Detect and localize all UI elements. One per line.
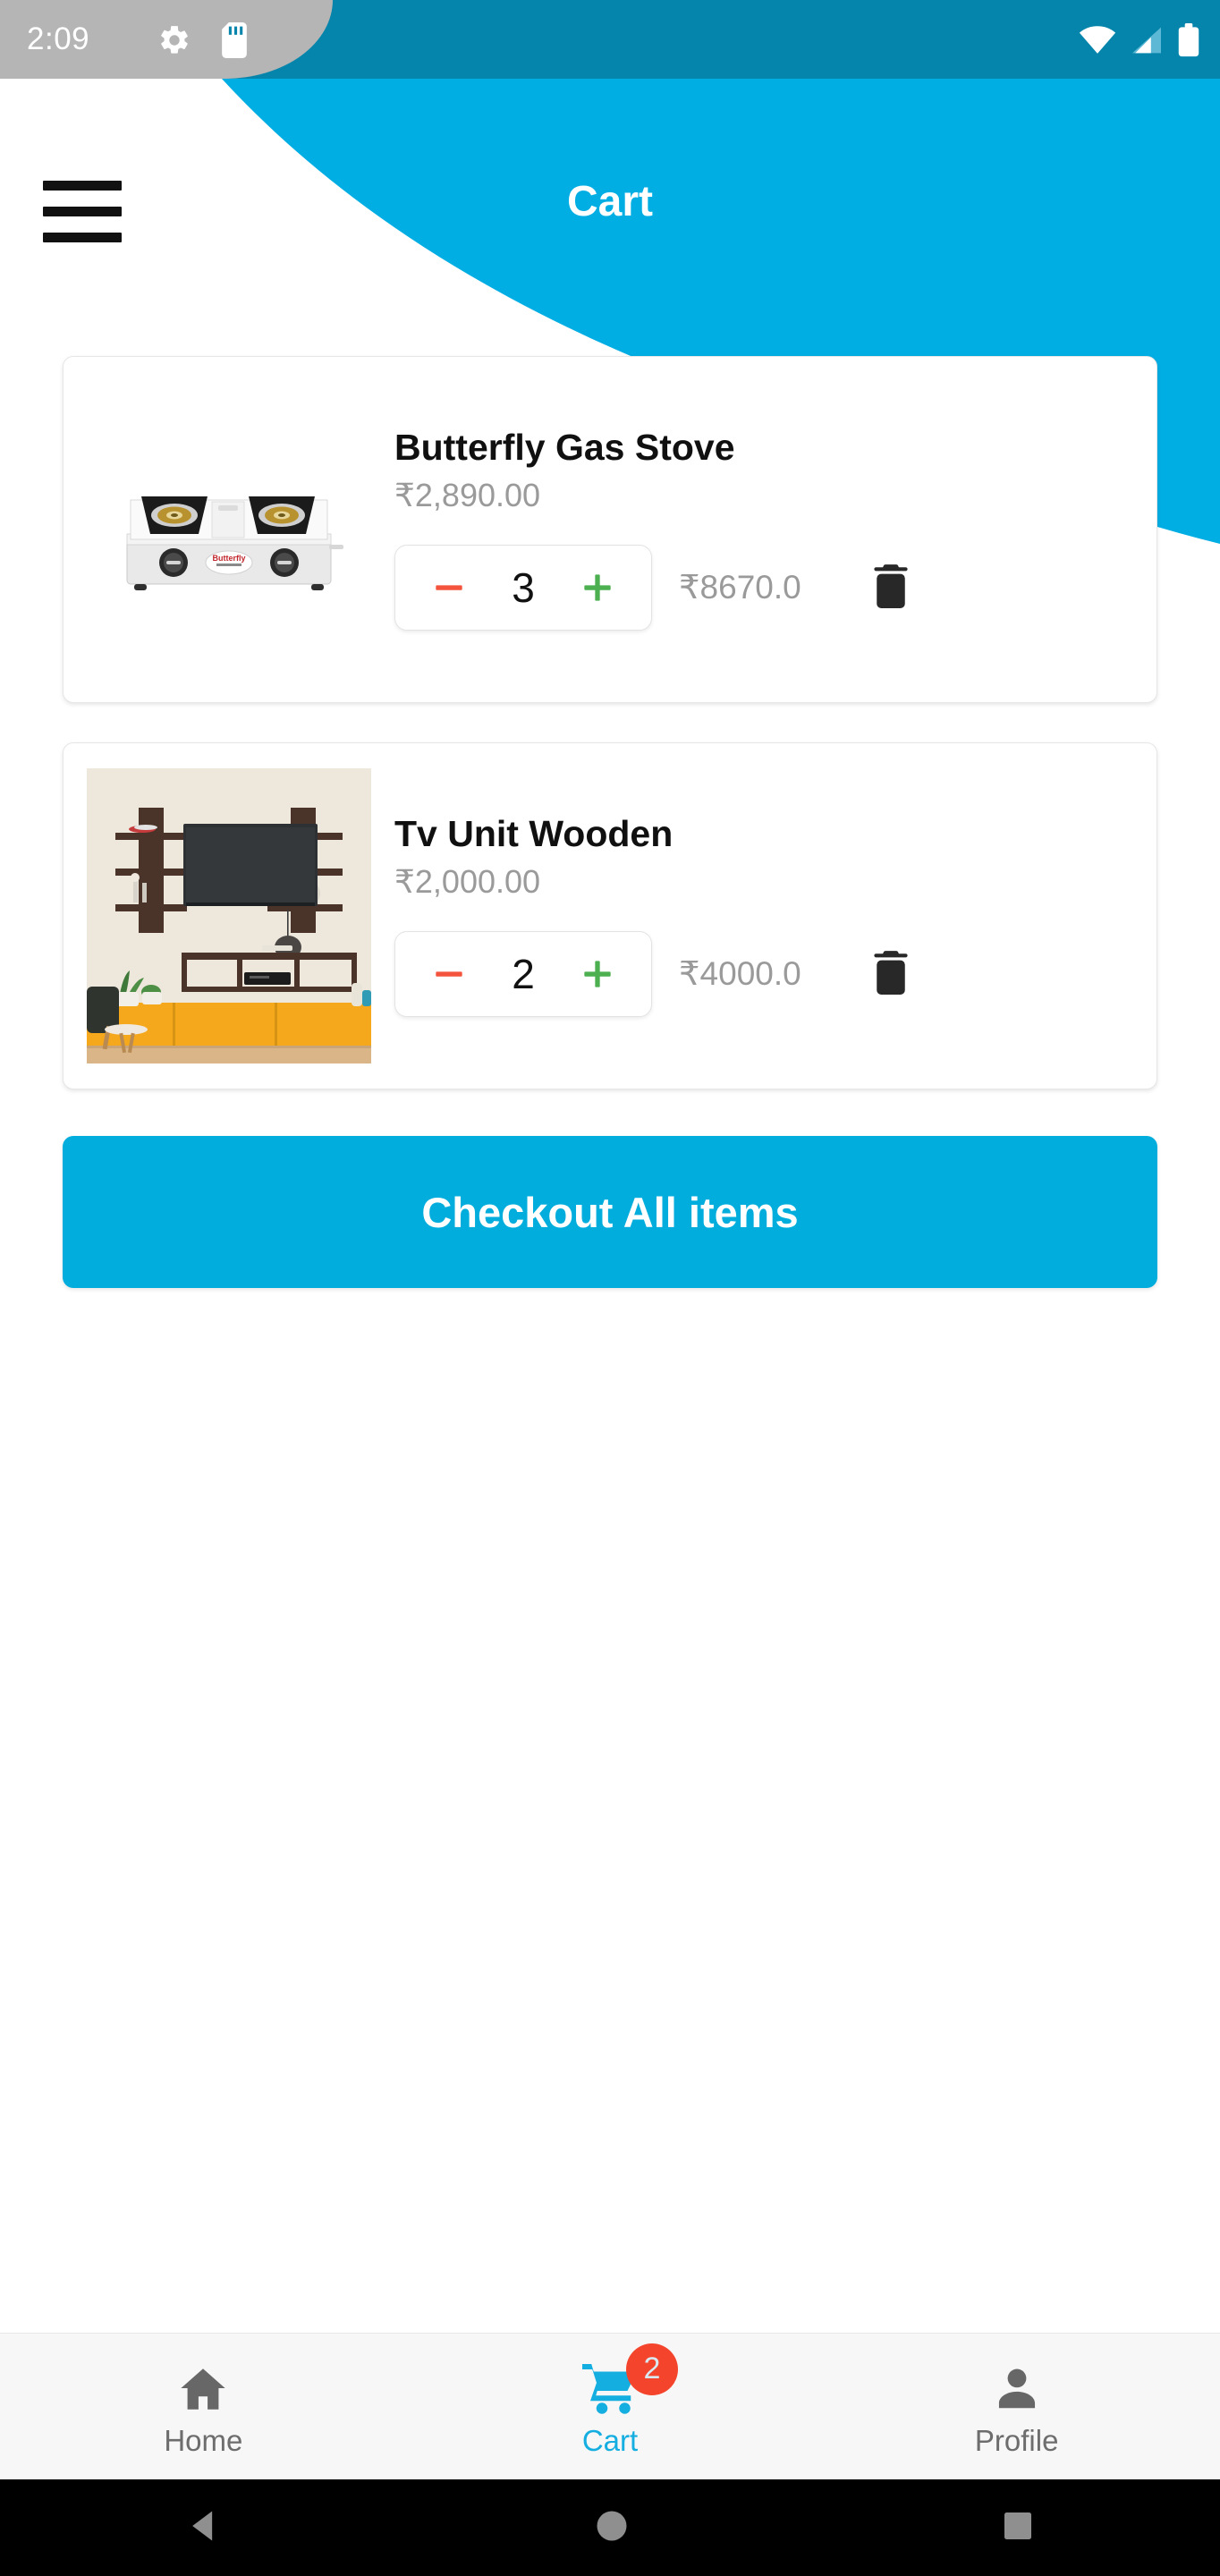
quantity-value: 2 [512,950,535,997]
nav-item-home[interactable]: Home [0,2334,407,2479]
cart-icon: 2 [580,2343,678,2415]
wifi-icon [1079,26,1116,59]
product-name: Tv Unit Wooden [394,813,674,855]
gas-stove-photo: Butterfly [64,357,394,702]
status-bar-clock: 2:09 [27,21,90,56]
cart-item-card[interactable]: Butterfly Butterfly Gas Stove ₹2,890.00 [63,356,1157,703]
cart-item-info: Tv Unit Wooden ₹2,000.00 2 ₹4000.0 [394,813,1156,1017]
status-bar: 2:09 [0,0,1220,79]
checkout-all-items-button[interactable]: Checkout All items [63,1136,1157,1288]
person-icon [991,2356,1043,2415]
battery-icon [1177,23,1200,62]
quantity-value: 3 [512,564,535,611]
quantity-row: 2 ₹4000.0 [394,930,1137,1017]
quantity-stepper[interactable]: 3 [394,544,652,631]
android-navigation-bar [0,2479,1220,2576]
app-screen: 2:09 Cart Butterfly Butterfly Gas Stove … [0,0,1220,2576]
trash-icon[interactable] [868,562,913,614]
product-name: Butterfly Gas Stove [394,427,735,469]
trash-icon[interactable] [868,948,913,1000]
cart-badge: 2 [626,2343,678,2395]
tv-unit-photo [64,743,394,1089]
cart-item-card[interactable]: Tv Unit Wooden ₹2,000.00 2 ₹4000.0 [63,742,1157,1089]
product-unit-price: ₹2,890.00 [394,476,541,513]
cellular-signal-icon [1129,26,1165,59]
cart-content: Butterfly Butterfly Gas Stove ₹2,890.00 [0,79,1220,2386]
nav-label-home: Home [164,2423,243,2457]
cart-item-info: Butterfly Gas Stove ₹2,890.00 3 ₹8670.0 [394,427,1156,631]
gear-icon [157,23,191,62]
quantity-row: 3 ₹8670.0 [394,544,1137,631]
home-circle-icon[interactable] [592,2506,631,2550]
increment-quantity-button[interactable] [572,954,623,994]
nav-label-profile: Profile [974,2423,1059,2457]
decrement-quantity-button[interactable] [424,954,474,994]
svg-text:Butterfly: Butterfly [212,554,245,563]
product-unit-price: ₹2,000.00 [394,862,541,900]
home-icon [175,2356,231,2415]
quantity-stepper[interactable]: 2 [394,930,652,1017]
increment-quantity-button[interactable] [572,568,623,607]
back-triangle-icon[interactable] [184,2506,224,2550]
decrement-quantity-button[interactable] [424,568,474,607]
nav-item-cart[interactable]: 2 Cart [407,2334,814,2479]
line-total: ₹4000.0 [679,955,801,993]
sd-card-icon [222,22,247,63]
nav-label-cart: Cart [581,2423,639,2457]
nav-item-profile[interactable]: Profile [813,2334,1220,2479]
bottom-navigation-bar: Home 2 Cart Profile [0,2333,1220,2479]
line-total: ₹8670.0 [679,569,801,606]
recents-square-icon[interactable] [1000,2508,1036,2548]
